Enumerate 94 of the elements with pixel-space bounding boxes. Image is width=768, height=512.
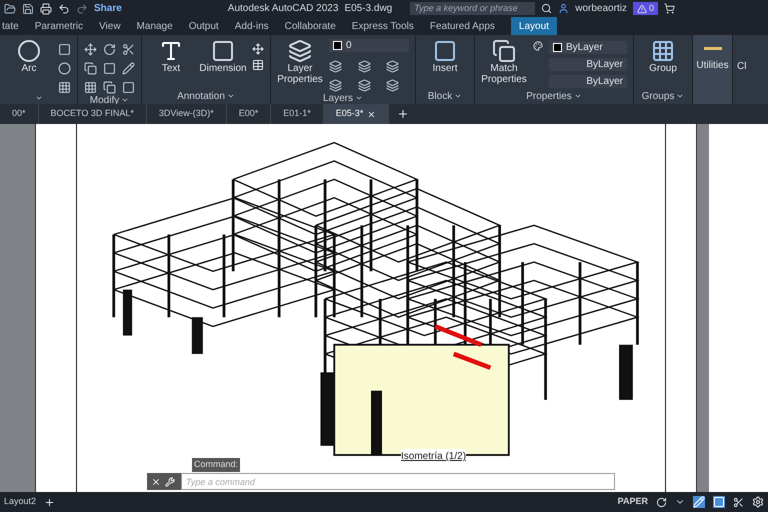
ribbon-tab[interactable]: Parametric	[34, 18, 84, 34]
tool-icon[interactable]	[58, 62, 71, 75]
dimension-button[interactable]: Dimension	[200, 39, 246, 74]
open-icon[interactable]	[4, 2, 16, 14]
dropdown-icon[interactable]	[121, 96, 130, 104]
dropdown-icon[interactable]	[226, 92, 235, 100]
tool-icon[interactable]	[386, 60, 400, 73]
text-icon	[159, 39, 183, 63]
tool-icon[interactable]	[329, 79, 342, 92]
save-icon[interactable]	[22, 2, 34, 14]
color-wheel-icon[interactable]	[533, 41, 543, 51]
panel-title[interactable]: Properties	[526, 88, 572, 104]
tool-icon[interactable]	[358, 79, 371, 92]
layer-properties-button[interactable]: Layer Properties	[277, 39, 323, 85]
ribbon-tab[interactable]: Manage	[136, 18, 173, 34]
match-properties-icon	[492, 39, 516, 63]
search-field[interactable]: Type a keyword or phrase	[410, 2, 536, 15]
panel-title[interactable]: Annotation	[177, 88, 225, 104]
command-label: Command:	[192, 458, 240, 472]
window-title: Autodesk AutoCAD 2023	[228, 2, 338, 16]
tool-icon[interactable]	[358, 60, 371, 73]
tool-icon[interactable]	[122, 81, 135, 94]
dropdown-icon[interactable]	[676, 92, 684, 100]
cart-icon[interactable]	[664, 3, 675, 14]
arc-icon	[17, 39, 41, 63]
user-icon[interactable]	[558, 3, 570, 14]
viewport-icon[interactable]	[713, 496, 725, 508]
group-button[interactable]: Group	[640, 39, 686, 74]
annotation-icon[interactable]	[693, 496, 705, 508]
utilities-button[interactable]: Utilities	[696, 58, 729, 73]
alert-badge[interactable]: 0	[632, 2, 658, 16]
file-tab[interactable]: E05-3*	[324, 104, 390, 124]
redo-icon[interactable]	[76, 2, 88, 14]
arc-button[interactable]: Arc	[6, 39, 52, 74]
viewport-label: Isometría (1/2)	[401, 449, 466, 464]
ribbon-tab[interactable]: Collaborate	[284, 18, 336, 34]
tool-icon[interactable]	[84, 43, 97, 56]
tool-icon[interactable]	[386, 79, 400, 92]
ribbon-tab[interactable]: tate	[2, 18, 19, 34]
add-layout-icon[interactable]	[44, 496, 56, 508]
panel-title[interactable]: Layers	[322, 90, 353, 106]
tool-icon[interactable]	[84, 62, 97, 75]
tool-icon[interactable]	[58, 43, 71, 56]
snap-icon[interactable]	[656, 496, 667, 508]
close-icon[interactable]	[151, 476, 161, 486]
search-icon[interactable]	[541, 3, 552, 14]
tool-icon[interactable]	[84, 81, 97, 94]
ribbon-tab[interactable]: Featured Apps	[430, 18, 495, 34]
dropdown-icon[interactable]	[355, 94, 363, 102]
close-icon[interactable]	[367, 110, 376, 118]
ribbon-tab[interactable]: Output	[188, 18, 219, 34]
tool-icon[interactable]	[122, 43, 135, 56]
tool-icon[interactable]	[103, 62, 116, 75]
print-icon[interactable]	[40, 2, 52, 14]
tool-icon[interactable]	[103, 81, 116, 94]
ribbon-tab[interactable]: Express Tools	[352, 18, 414, 34]
tool-icon[interactable]	[58, 81, 71, 94]
panel-title[interactable]: Block	[428, 88, 452, 104]
ribbon-tab[interactable]: Layout	[510, 17, 557, 35]
user-name[interactable]: worbeaortiz	[575, 1, 627, 16]
layers-icon	[288, 39, 312, 63]
color-dropdown[interactable]: ByLayer	[549, 41, 627, 54]
dropdown-icon[interactable]	[34, 94, 42, 102]
dropdown-icon[interactable]	[454, 92, 462, 100]
panel-title[interactable]: Groups	[642, 88, 674, 104]
tool-icon[interactable]	[103, 43, 116, 56]
ribbon-tab[interactable]: Add-ins	[234, 18, 269, 34]
match-properties-button[interactable]: Match Properties	[481, 39, 527, 85]
new-tab-icon[interactable]	[397, 108, 410, 120]
undo-icon[interactable]	[58, 2, 70, 14]
scale-icon[interactable]	[733, 496, 744, 508]
linetype-dropdown[interactable]: ByLayer	[549, 58, 627, 71]
table-icon[interactable]	[252, 59, 264, 71]
space-indicator[interactable]: PAPER	[618, 495, 648, 509]
settings-icon[interactable]	[752, 496, 764, 508]
dropdown-icon[interactable]	[574, 92, 582, 100]
file-name: E05-3.dwg	[344, 2, 392, 16]
lineweight-dropdown[interactable]: ByLayer	[549, 75, 627, 88]
insert-button[interactable]: Insert	[422, 39, 468, 74]
tool-icon[interactable]	[122, 62, 135, 75]
layer-dropdown[interactable]: 0	[329, 39, 409, 52]
ribbon-label[interactable]: Cl	[733, 35, 746, 104]
layout-tab[interactable]: Layout2	[4, 495, 36, 509]
text-button[interactable]: Text	[148, 39, 194, 74]
wrench-icon[interactable]	[165, 476, 175, 486]
tool-icon[interactable]	[329, 60, 342, 73]
insert-icon	[433, 39, 457, 63]
dimension-icon	[211, 39, 235, 63]
command-field[interactable]: Type a command	[181, 473, 615, 490]
tool-icon[interactable]	[252, 43, 264, 55]
ribbon-tab[interactable]: View	[99, 18, 121, 34]
utilities-bar-icon	[704, 47, 722, 50]
share-button[interactable]: Share	[94, 1, 122, 16]
group-icon	[651, 39, 675, 63]
